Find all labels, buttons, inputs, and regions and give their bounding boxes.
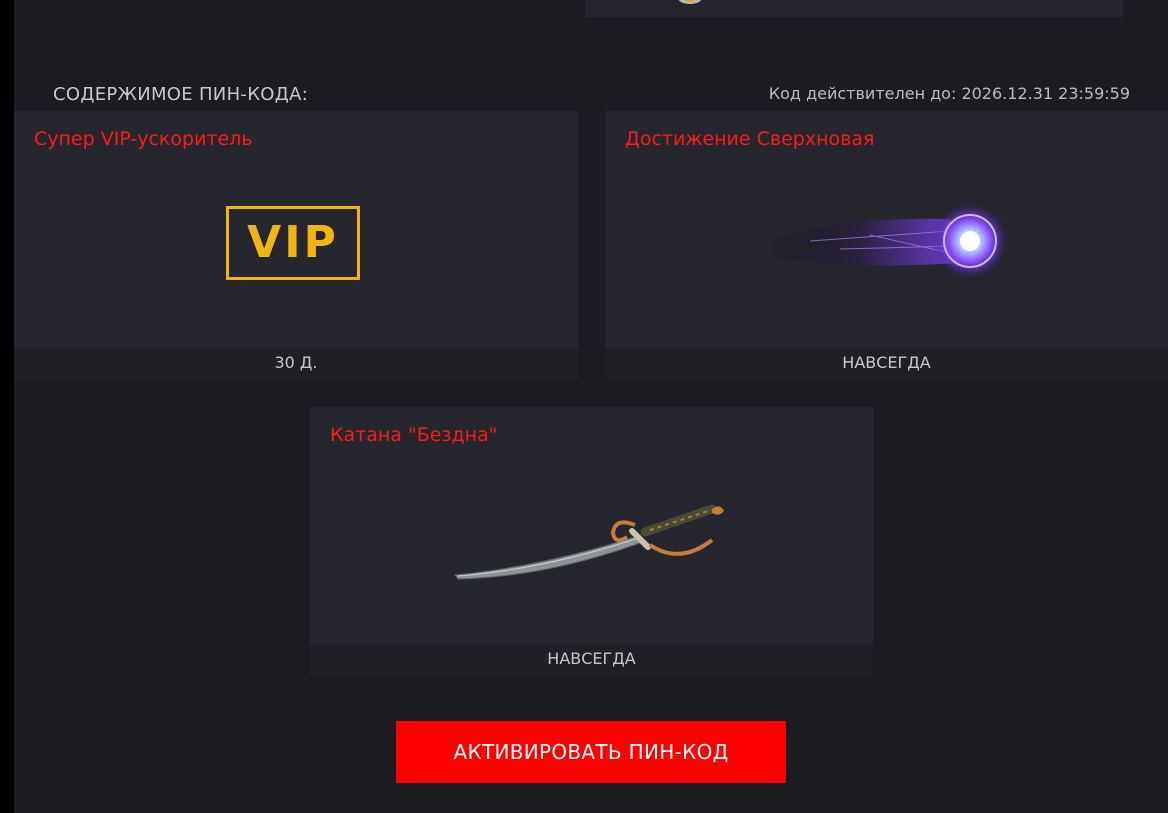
pin-contents-heading: СОДЕРЖИМОЕ ПИН-КОДА: <box>53 84 309 105</box>
reward-duration: 30 Д. <box>14 348 578 378</box>
reward-title: Супер VIP-ускоритель <box>34 128 253 150</box>
reward-duration: НАВСЕГДА <box>310 644 873 674</box>
reward-card: Катана "Бездна" <box>310 407 873 644</box>
code-valid-until: Код действителен до: 2026.12.31 23:59:59 <box>768 84 1130 103</box>
medal-icon <box>678 0 702 4</box>
reward-duration: НАВСЕГДА <box>605 348 1168 378</box>
reward-item-supernova: Достижение Сверхновая НАВСЕГДА <box>605 111 1168 378</box>
reward-item-vip: Супер VIP-ускоритель VIP 30 Д. <box>14 111 578 378</box>
katana-icon <box>454 504 724 580</box>
activate-pin-button[interactable]: АКТИВИРОВАТЬ ПИН-КОД <box>396 721 786 783</box>
reward-item-katana: Катана "Бездна" НАВСЕГДА <box>310 407 873 674</box>
reward-card: Супер VIP-ускоритель VIP <box>14 111 578 348</box>
previous-item-card <box>585 0 1123 17</box>
reward-title: Катана "Бездна" <box>330 424 498 446</box>
reward-card: Достижение Сверхновая <box>605 111 1168 348</box>
reward-title: Достижение Сверхновая <box>625 128 875 150</box>
vip-badge-icon: VIP <box>226 206 360 280</box>
supernova-achievement-icon <box>755 203 1008 279</box>
